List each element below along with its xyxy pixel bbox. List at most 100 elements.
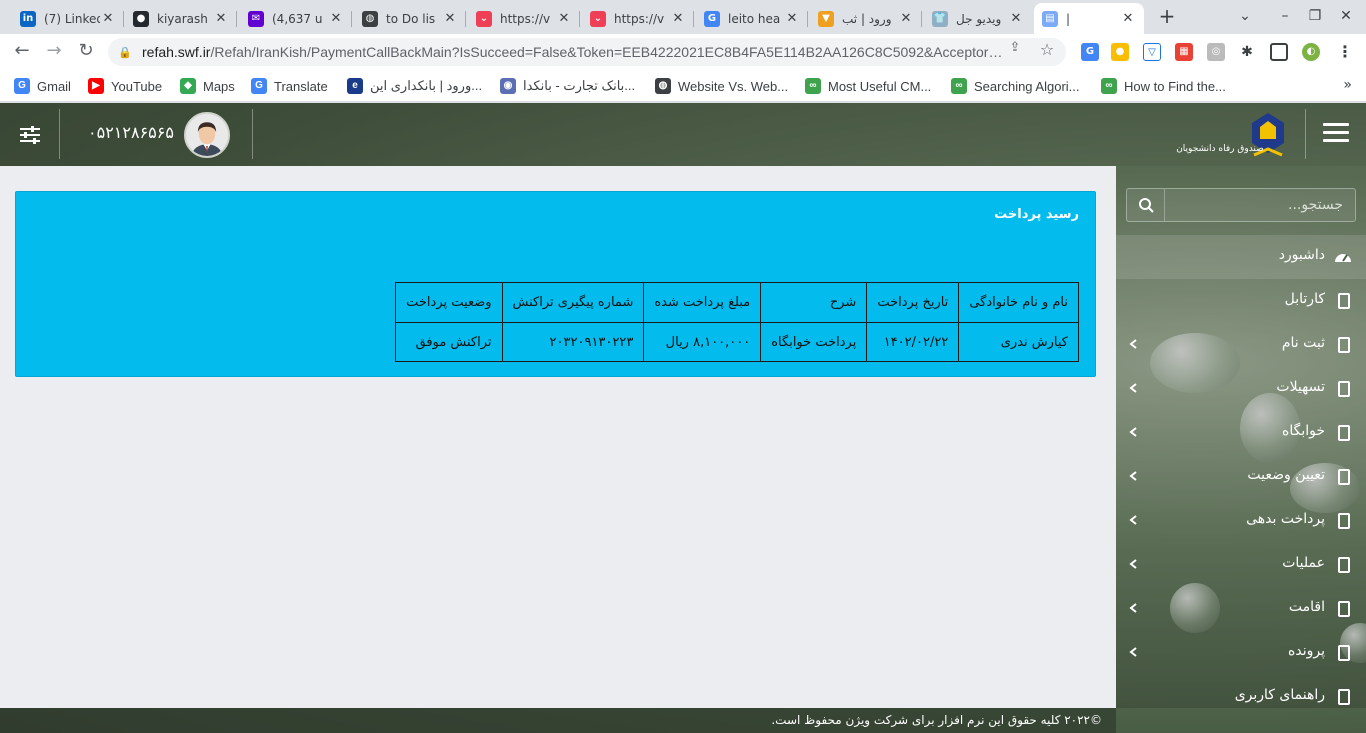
sidebar-item[interactable]: راهنمای کاربری	[1116, 675, 1366, 719]
side-panel-icon[interactable]	[1270, 43, 1288, 61]
sidebar-item-label: عملیات	[1282, 555, 1325, 571]
close-tab-icon[interactable]: ✕	[100, 11, 116, 26]
header-divider	[59, 109, 60, 159]
sidebar-item[interactable]: عملیات	[1116, 543, 1366, 587]
browser-tab[interactable]: in (7) LinkedIn✕	[12, 3, 124, 34]
lock-icon[interactable]: 🔒	[118, 46, 132, 59]
search-button[interactable]	[1127, 189, 1165, 221]
back-arrow-icon[interactable]: ←	[10, 40, 34, 64]
browser-tab[interactable]: Gleito hea ✕	[696, 3, 808, 34]
hamburger-menu-icon[interactable]	[1323, 123, 1349, 147]
document-icon: ▤	[1042, 10, 1058, 27]
bookmark-item[interactable]: G Gmail	[14, 77, 71, 95]
close-tab-icon[interactable]: ✕	[1120, 11, 1136, 26]
close-tab-icon[interactable]: ✕	[898, 11, 914, 26]
extension-gray-icon[interactable]: ◎	[1207, 43, 1225, 61]
color-extension-icon[interactable]: ▦	[1175, 43, 1193, 61]
close-tab-icon[interactable]: ✕	[328, 11, 344, 26]
vue-icon: ▼	[818, 10, 834, 27]
chevron-left-icon[interactable]	[1128, 469, 1140, 483]
close-tab-icon[interactable]: ✕	[213, 11, 229, 26]
help-icon	[1338, 689, 1350, 705]
url-path: /Refah/IranKish/PaymentCallBackMain?IsSu…	[210, 44, 1002, 60]
chevron-left-icon[interactable]	[1128, 381, 1140, 395]
browser-tab[interactable]: ▼ ورود | ثب ✕	[810, 3, 922, 34]
browser-menu-icon[interactable]: ⋮	[1336, 43, 1354, 61]
chevron-left-icon[interactable]	[1128, 337, 1140, 351]
bookmark-item[interactable]: ∞ Searching Algori...	[951, 77, 1080, 95]
shield-extension-icon[interactable]: ▽	[1143, 43, 1161, 61]
forward-arrow-icon[interactable]: →	[42, 40, 66, 64]
col-payment-date: تاریخ پرداخت	[866, 282, 960, 323]
bookmark-label: Most Useful CM...	[828, 78, 932, 94]
chevron-left-icon[interactable]	[1128, 557, 1140, 571]
sidebar-item[interactable]: خوابگاه	[1116, 411, 1366, 455]
bookmark-item[interactable]: e ورود | بانکداری این...	[347, 77, 482, 95]
sidebar-item-label: راهنمای کاربری	[1234, 687, 1325, 703]
google-icon: G	[704, 10, 720, 27]
fund-logo[interactable]: صندوق رفاه دانشجویان	[1156, 109, 1292, 161]
search-icon	[1139, 198, 1154, 213]
sidebar-item[interactable]: پرونده	[1116, 631, 1366, 675]
sidebar-item[interactable]: پرداخت بدهی	[1116, 499, 1366, 543]
bookmark-item[interactable]: ∞ How to Find the...	[1101, 77, 1226, 95]
linkedin-icon: in	[20, 10, 36, 27]
bookmark-item[interactable]: ▶ YouTube	[88, 77, 162, 95]
user-avatar[interactable]	[184, 112, 230, 158]
extensions-puzzle-icon[interactable]: ✱	[1238, 43, 1256, 61]
address-bar[interactable]: 🔒 refah.swf.ir/Refah/IranKish/PaymentCal…	[108, 38, 1066, 66]
url-host: refah.swf.ir	[142, 44, 211, 60]
profile-avatar-icon[interactable]: ◐	[1302, 43, 1320, 61]
bookmark-item[interactable]: ◆ Maps	[180, 77, 235, 95]
minimize-icon[interactable]: –	[1275, 8, 1295, 24]
browser-tab[interactable]: ● kiyarash ✕	[125, 3, 237, 34]
bookmark-label: Translate	[274, 78, 328, 94]
pocket-icon: ⌄	[590, 10, 606, 27]
browser-tab[interactable]: ⌄ https://v ✕	[582, 3, 694, 34]
extension-yellow-icon[interactable]: ●	[1111, 43, 1129, 61]
close-tab-icon[interactable]: ✕	[670, 11, 686, 26]
browser-tab[interactable]: ◍ to Do lis ✕	[354, 3, 466, 34]
bookmark-item[interactable]: ∞ Most Useful CM...	[805, 77, 931, 95]
chevron-left-icon[interactable]	[1128, 645, 1140, 659]
share-icon[interactable]: ⇪	[1006, 40, 1024, 58]
new-tab-button[interactable]: +	[1156, 6, 1178, 28]
close-tab-icon[interactable]: ✕	[442, 11, 458, 26]
bookmark-item[interactable]: G Translate	[251, 77, 328, 95]
sidebar-item[interactable]: تعیین وضعیت	[1116, 455, 1366, 499]
sidebar-item-label: داشبورد	[1278, 247, 1325, 263]
bookmark-item[interactable]: ◉ بانک تجارت - بانکدا...	[500, 77, 635, 95]
receipt-table: نام و نام خانوادگی تاریخ پرداخت شرح مبلغ…	[395, 282, 1079, 362]
address-url[interactable]: refah.swf.ir/Refah/IranKish/PaymentCallB…	[142, 44, 1002, 60]
sidebar-item[interactable]: تسهیلات	[1116, 367, 1366, 411]
sidebar-item[interactable]: اقامت	[1116, 587, 1366, 631]
sidebar-item-label: خوابگاه	[1281, 423, 1325, 439]
chevron-left-icon[interactable]	[1128, 513, 1140, 527]
close-tab-icon[interactable]: ✕	[1008, 11, 1024, 26]
chevron-left-icon[interactable]	[1128, 601, 1140, 615]
bookmark-item[interactable]: ◍ Website Vs. Web...	[655, 77, 788, 95]
settings-sliders-icon[interactable]	[16, 121, 44, 149]
sidebar-item[interactable]: کارتابل	[1116, 279, 1366, 323]
browser-tab[interactable]: ✉ (4,637 u ✕	[240, 3, 352, 34]
close-tab-icon[interactable]: ✕	[556, 11, 572, 26]
bookmark-label: YouTube	[111, 78, 163, 94]
search-input[interactable]	[1165, 189, 1355, 221]
browser-tab[interactable]: 👕 ویدیو جل ✕	[924, 3, 1032, 34]
reload-icon[interactable]: ↻	[74, 40, 98, 64]
bookmarks-overflow-icon[interactable]: »	[1343, 77, 1352, 93]
translate-extension-icon[interactable]: G	[1081, 43, 1099, 61]
sidebar-item[interactable]: داشبورد	[1116, 235, 1366, 279]
sidebar-item[interactable]: ثبت نام	[1116, 323, 1366, 367]
tab-title: ورود | ثب	[842, 11, 892, 26]
browser-tab[interactable]: ⌄ https://v ✕	[468, 3, 580, 34]
globe-icon: ◍	[655, 78, 671, 94]
browser-tab[interactable]: ▤ | ✕	[1034, 3, 1144, 34]
close-window-icon[interactable]: ✕	[1336, 8, 1356, 24]
restore-icon[interactable]: ❐	[1305, 8, 1325, 24]
chevron-left-icon[interactable]	[1128, 425, 1140, 439]
bookmark-star-icon[interactable]: ☆	[1038, 40, 1056, 59]
user-phone-number: ۰۵۲۱۲۸۶۵۶۵	[88, 123, 174, 142]
close-tab-icon[interactable]: ✕	[784, 11, 800, 26]
tab-search-icon[interactable]: ⌄	[1235, 8, 1255, 24]
